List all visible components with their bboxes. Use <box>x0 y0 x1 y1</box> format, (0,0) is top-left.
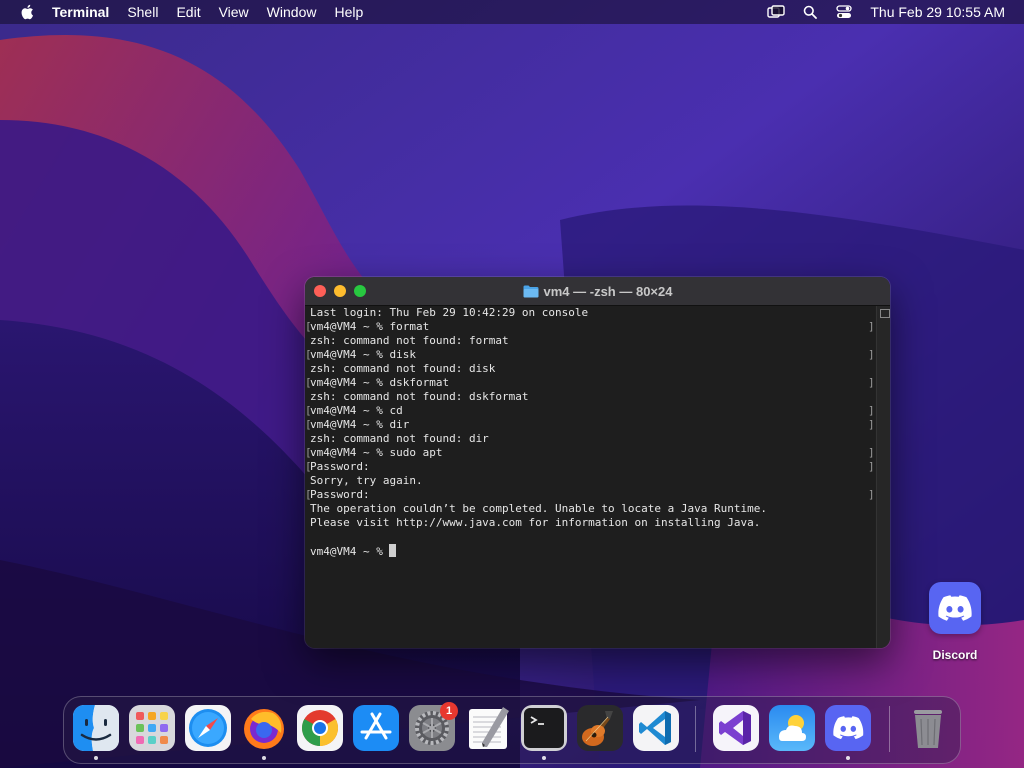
desktop-discord-label[interactable]: Discord <box>923 648 987 662</box>
mark-bracket-left: [ <box>305 320 312 333</box>
mark-bracket-left: [ <box>305 348 312 361</box>
dock-app-store-icon[interactable] <box>353 705 399 751</box>
mark-bracket-right: ] <box>868 418 875 431</box>
terminal-line-text: vm4@VM4 ~ % disk <box>310 348 416 361</box>
terminal-line: [] Password: <box>305 488 875 502</box>
scroll-marker-icon[interactable] <box>880 309 890 318</box>
dock-running-indicator <box>846 756 850 760</box>
menu-view[interactable]: View <box>219 0 249 24</box>
terminal-line: [] vm4@VM4 ~ % dskformat <box>305 376 875 390</box>
terminal-line: [] vm4@VM4 ~ % sudo apt <box>305 446 875 460</box>
terminal-line-text: Sorry, try again. <box>310 474 423 487</box>
dock-separator <box>889 706 890 752</box>
terminal-line-text: vm4@VM4 ~ % dskformat <box>310 376 450 389</box>
terminal-line: The operation couldn’t be completed. Una… <box>305 502 875 516</box>
folder-icon <box>523 285 538 297</box>
terminal-line-text: vm4@VM4 ~ % sudo apt <box>310 446 443 459</box>
mark-bracket-left: [ <box>305 446 312 459</box>
menu-window[interactable]: Window <box>267 0 317 24</box>
terminal-line-text: vm4@VM4 ~ % dir <box>310 418 410 431</box>
terminal-line-text: zsh: command not found: format <box>310 334 509 347</box>
terminal-line: [] vm4@VM4 ~ % format <box>305 320 875 334</box>
mark-bracket-right: ] <box>868 446 875 459</box>
mark-bracket-left: [ <box>305 418 312 431</box>
dock-weather-icon[interactable] <box>769 705 815 751</box>
terminal-line-text: Please visit http://www.java.com for inf… <box>310 516 761 529</box>
terminal-line-text: Password: <box>310 488 370 501</box>
mark-bracket-right: ] <box>868 376 875 389</box>
terminal-line-text: vm4@VM4 ~ % cd <box>310 404 403 417</box>
terminal-line: [] vm4@VM4 ~ % disk <box>305 348 875 362</box>
apple-menu-icon[interactable] <box>16 0 38 24</box>
terminal-line: Sorry, try again. <box>305 474 875 488</box>
terminal-line-text: zsh: command not found: dskformat <box>310 390 529 403</box>
dock-textedit-icon[interactable] <box>465 705 511 751</box>
terminal-line-text: zsh: command not found: dir <box>310 432 489 445</box>
mark-bracket-right: ] <box>868 460 875 473</box>
dock-running-indicator <box>542 756 546 760</box>
menu-shell[interactable]: Shell <box>127 0 158 24</box>
terminal-line: zsh: command not found: disk <box>305 362 875 376</box>
terminal-line-text: zsh: command not found: disk <box>310 362 496 375</box>
mark-bracket-right: ] <box>868 320 875 333</box>
terminal-line-text: Password: <box>310 460 370 473</box>
terminal-line-text: The operation couldn’t be completed. Una… <box>310 502 767 515</box>
terminal-prompt-line[interactable]: vm4@VM4 ~ % <box>305 544 875 558</box>
terminal-line: [] vm4@VM4 ~ % dir <box>305 418 875 432</box>
terminal-scrollbar[interactable] <box>876 306 890 648</box>
mark-bracket-left: [ <box>305 488 312 501</box>
dock-visual-studio-icon[interactable] <box>713 705 759 751</box>
mark-bracket-left: [ <box>305 404 312 417</box>
menu-edit[interactable]: Edit <box>176 0 200 24</box>
terminal-line-text: Last login: Thu Feb 29 10:42:29 on conso… <box>310 306 589 319</box>
menu-clock[interactable]: Thu Feb 29 10:55 AM <box>870 4 1005 20</box>
text-cursor <box>389 544 397 557</box>
window-title-text: vm4 — -zsh — 80×24 <box>543 283 673 299</box>
terminal-line: [] vm4@VM4 ~ % cd <box>305 404 875 418</box>
mark-bracket-right: ] <box>868 404 875 417</box>
dock-launchpad-icon[interactable] <box>129 705 175 751</box>
mark-bracket-right: ] <box>868 348 875 361</box>
terminal-line: Please visit http://www.java.com for inf… <box>305 516 875 530</box>
search-icon[interactable] <box>800 2 820 22</box>
menu-help[interactable]: Help <box>334 0 363 24</box>
terminal-window[interactable]: vm4 — -zsh — 80×24 Last login: Thu Feb 2… <box>305 277 890 648</box>
terminal-output[interactable]: Last login: Thu Feb 29 10:42:29 on conso… <box>305 306 875 648</box>
mark-bracket-left: [ <box>305 460 312 473</box>
terminal-line: zsh: command not found: dir <box>305 432 875 446</box>
dock-running-indicator <box>262 756 266 760</box>
dock-discord-icon[interactable] <box>825 705 871 751</box>
dock-safari-icon[interactable] <box>185 705 231 751</box>
terminal-line-text: vm4@VM4 ~ % format <box>310 320 430 333</box>
dock-terminal-icon[interactable] <box>521 705 567 751</box>
terminal-line: Last login: Thu Feb 29 10:42:29 on conso… <box>305 306 875 320</box>
dock-separator <box>695 706 696 752</box>
menu-bar: Terminal Shell Edit View Window Help Thu… <box>0 0 1024 24</box>
terminal-titlebar[interactable]: vm4 — -zsh — 80×24 <box>305 277 890 306</box>
dock-chrome-icon[interactable] <box>297 705 343 751</box>
terminal-line: zsh: command not found: dskformat <box>305 390 875 404</box>
desktop-discord-shortcut[interactable]: Discord <box>923 582 987 662</box>
control-center-icon[interactable] <box>834 2 854 22</box>
mark-bracket-right: ] <box>868 488 875 501</box>
screen-mirroring-icon[interactable] <box>766 2 786 22</box>
terminal-prompt: vm4@VM4 ~ % <box>310 545 390 558</box>
window-title: vm4 — -zsh — 80×24 <box>305 277 890 305</box>
discord-icon[interactable] <box>929 582 981 634</box>
menu-app-name[interactable]: Terminal <box>52 0 109 24</box>
terminal-line: [] Password: <box>305 460 875 474</box>
notification-badge: 1 <box>440 702 458 720</box>
dock-garageband-icon[interactable] <box>577 705 623 751</box>
mark-bracket-left: [ <box>305 376 312 389</box>
dock-trash-icon[interactable] <box>905 705 951 751</box>
terminal-line: zsh: command not found: format <box>305 334 875 348</box>
dock-finder-icon[interactable] <box>73 705 119 751</box>
dock-firefox-icon[interactable] <box>241 705 287 751</box>
dock-vscode-icon[interactable] <box>633 705 679 751</box>
dock-running-indicator <box>94 756 98 760</box>
